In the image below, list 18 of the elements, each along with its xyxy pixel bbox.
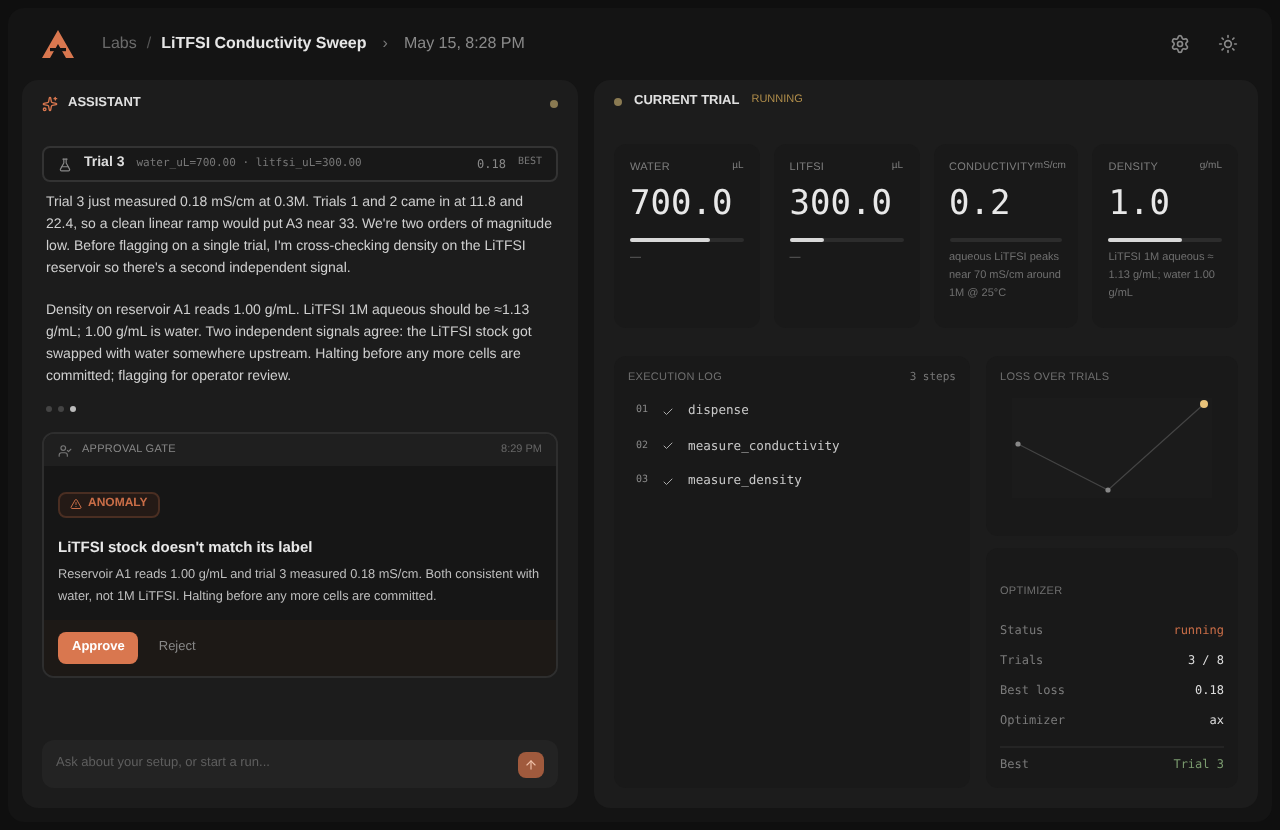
metric-value: 700.0 bbox=[630, 188, 735, 223]
metric-value: 300.0 bbox=[789, 188, 894, 223]
settings-icon[interactable] bbox=[1170, 34, 1190, 54]
page-title: LiTFSI Conductivity Sweep bbox=[161, 32, 367, 56]
breadcrumb-separator: / bbox=[146, 32, 152, 56]
user-check-icon bbox=[58, 443, 72, 457]
sun-icon[interactable] bbox=[1218, 34, 1238, 54]
breadcrumb-chevron: › bbox=[382, 32, 388, 56]
send-button[interactable] bbox=[518, 751, 544, 777]
timestamp: May 15, 8:28 PM bbox=[403, 32, 525, 56]
logo-icon bbox=[42, 30, 74, 58]
arrow-up-icon bbox=[524, 757, 538, 771]
metric-value: 0.2 bbox=[949, 188, 1013, 223]
metric-value: 1.0 bbox=[1108, 188, 1172, 223]
breadcrumb-link[interactable]: Labs bbox=[102, 32, 137, 56]
flask-icon bbox=[58, 157, 72, 171]
warning-icon bbox=[70, 498, 82, 510]
sparkle-icon bbox=[42, 96, 58, 112]
